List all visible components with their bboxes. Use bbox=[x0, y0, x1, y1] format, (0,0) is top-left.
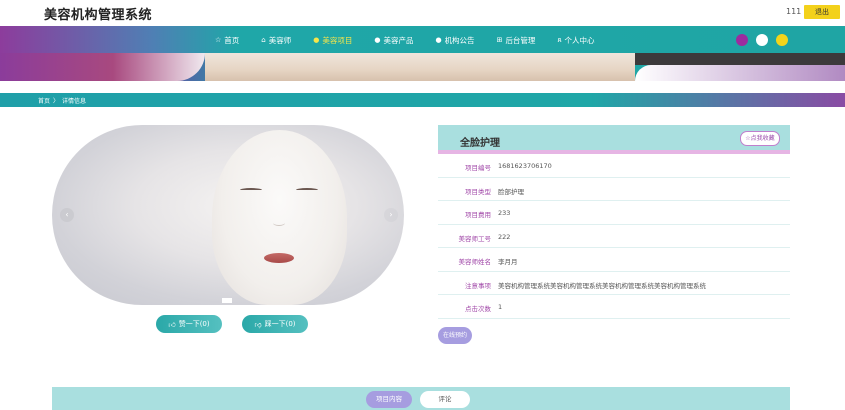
field-value: 1681623706170 bbox=[498, 162, 552, 170]
field-value: 李月月 bbox=[498, 258, 518, 266]
field-label: 注意事项 bbox=[465, 281, 491, 290]
field-label: 点击次数 bbox=[465, 305, 491, 313]
carousel-prev-arrow[interactable]: ‹ bbox=[60, 208, 74, 222]
nav-item-profile[interactable]: ጸ 个人中心 bbox=[557, 32, 594, 48]
theme-dot-yellow[interactable] bbox=[776, 34, 788, 46]
dot-icon: ● bbox=[374, 36, 381, 44]
detail-panel: 全脸护理 ☆点我收藏 项目编号 1681623706170 项目类型 脸部护理 … bbox=[438, 125, 790, 319]
field-value: 1 bbox=[498, 303, 503, 311]
carousel-next-arrow[interactable]: › bbox=[384, 208, 398, 222]
like-button[interactable]: 👍︎ 赞一下(0) bbox=[156, 315, 222, 333]
nav-label: 个人中心 bbox=[564, 35, 595, 45]
dislike-label: 踩一下(0) bbox=[264, 320, 296, 328]
nose bbox=[273, 220, 285, 226]
star-icon: ☆ bbox=[215, 36, 222, 44]
collect-button[interactable]: ☆点我收藏 bbox=[740, 131, 780, 146]
like-label: 赞一下(0) bbox=[178, 320, 210, 328]
detail-row: 美容师姓名 李月月 bbox=[438, 248, 790, 272]
nav-item-beautician[interactable]: ⌂ 美容师 bbox=[261, 32, 291, 48]
banner-right-wave bbox=[635, 65, 845, 81]
nav-label: 美容师 bbox=[268, 35, 292, 45]
book-online-button[interactable]: 在线预约 bbox=[438, 327, 472, 344]
nav-item-beauty-product[interactable]: ● 美容产品 bbox=[374, 32, 413, 48]
tab-project-content[interactable]: 项目内容 bbox=[366, 391, 412, 408]
detail-row: 项目类型 脸部护理 bbox=[438, 178, 790, 201]
theme-dot-purple[interactable] bbox=[736, 34, 748, 46]
breadcrumb-home[interactable]: 首页 bbox=[38, 96, 50, 105]
theme-dot-white[interactable] bbox=[756, 34, 768, 46]
lips bbox=[264, 253, 294, 263]
nav-item-beauty-project[interactable]: ● 美容项目 bbox=[313, 32, 352, 48]
project-title: 全脸护理 bbox=[460, 138, 500, 149]
field-value: 222 bbox=[498, 232, 511, 241]
nav-item-notice[interactable]: ● 机构公告 bbox=[435, 32, 474, 48]
home-icon: ⌂ bbox=[261, 36, 266, 44]
grid-icon: ⊞ bbox=[496, 36, 503, 44]
nav-item-home[interactable]: ☆ 首页 bbox=[215, 32, 239, 48]
eye-right bbox=[296, 188, 318, 192]
detail-row: 项目编号 1681623706170 bbox=[438, 154, 790, 178]
nav-item-admin[interactable]: ⊞ 后台管理 bbox=[497, 32, 536, 48]
user-icon: ጸ bbox=[557, 35, 562, 44]
breadcrumb-current: 详情信息 bbox=[62, 98, 87, 105]
detail-row: 美容师工号 222 bbox=[438, 225, 790, 248]
field-value: 脸部护理 bbox=[498, 187, 524, 196]
top-bar: 美容机构管理系统 111 退出 bbox=[0, 0, 845, 26]
detail-header: 全脸护理 ☆点我收藏 bbox=[438, 125, 790, 154]
detail-row: 项目费用 233 bbox=[438, 201, 790, 225]
field-label: 美容师姓名 bbox=[458, 258, 492, 266]
image-carousel bbox=[52, 125, 404, 305]
username: 111 bbox=[786, 7, 802, 16]
nav-label: 美容产品 bbox=[383, 35, 414, 45]
banner-left-wave bbox=[0, 53, 205, 81]
nav-label: 后台管理 bbox=[505, 35, 536, 45]
dot-icon: ● bbox=[435, 36, 442, 44]
field-label: 项目费用 bbox=[465, 211, 491, 219]
eye-left bbox=[240, 188, 262, 192]
breadcrumb-bar bbox=[0, 93, 845, 107]
field-label: 项目编号 bbox=[465, 164, 491, 172]
breadcrumb: 首页 〉 详情信息 bbox=[38, 96, 86, 105]
carousel-image-face-mask bbox=[212, 130, 347, 305]
thumb-down-icon: 👎︎ bbox=[254, 320, 262, 329]
thumb-up-icon: 👍︎ bbox=[168, 320, 176, 329]
nav-label: 机构公告 bbox=[444, 35, 475, 45]
nav-label: 美容项目 bbox=[322, 35, 353, 45]
banner-photo bbox=[205, 53, 635, 81]
detail-row: 注意事项 美容机构管理系统美容机构管理系统美容机构管理系统美容机构管理系统 bbox=[438, 272, 790, 295]
dot-icon: ● bbox=[313, 36, 320, 44]
field-value: 233 bbox=[498, 209, 511, 217]
site-title: 美容机构管理系统 bbox=[44, 8, 153, 23]
dislike-button[interactable]: 👎︎ 踩一下(0) bbox=[242, 315, 308, 333]
banner-dark-area bbox=[635, 53, 845, 65]
detail-row: 点击次数 1 bbox=[438, 295, 790, 319]
nav-label: 首页 bbox=[224, 35, 240, 45]
field-label: 美容师工号 bbox=[458, 234, 492, 243]
carousel-indicator[interactable] bbox=[222, 298, 232, 303]
field-label: 项目类型 bbox=[465, 187, 491, 196]
main-nav: ☆ 首页 ⌂ 美容师 ● 美容项目 ● 美容产品 ● 机构公告 ⊞ 后台管理 ጸ… bbox=[215, 32, 595, 48]
tab-comments[interactable]: 评论 bbox=[420, 391, 470, 408]
field-value: 美容机构管理系统美容机构管理系统美容机构管理系统美容机构管理系统 bbox=[498, 281, 706, 290]
breadcrumb-separator: 〉 bbox=[53, 98, 60, 105]
theme-color-switcher bbox=[736, 34, 788, 46]
logout-button[interactable]: 退出 bbox=[804, 5, 840, 19]
